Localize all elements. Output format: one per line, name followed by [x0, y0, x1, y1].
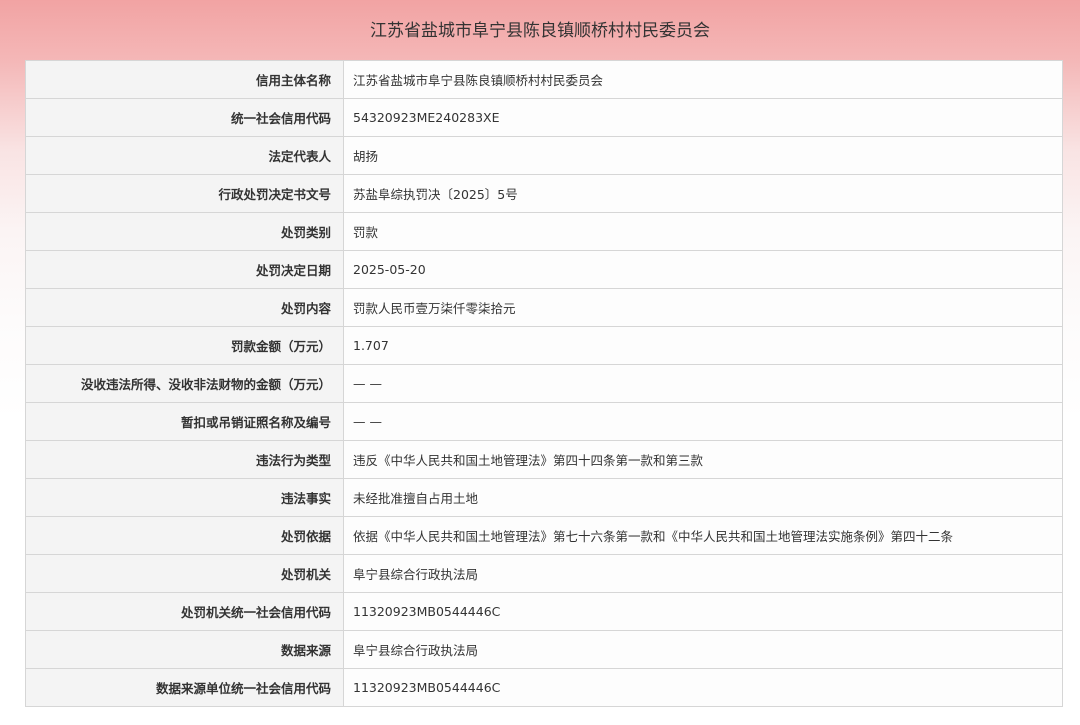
table-row: 数据来源 阜宁县综合行政执法局: [25, 630, 1063, 669]
row-label: 罚款金额（万元）: [25, 326, 344, 365]
table-row: 处罚决定日期 2025-05-20: [25, 250, 1063, 289]
row-value: 阜宁县综合行政执法局: [343, 554, 1063, 593]
row-value: 罚款: [343, 212, 1063, 251]
table-row: 数据来源单位统一社会信用代码 11320923MB0544446C: [25, 668, 1063, 707]
row-value: 依据《中华人民共和国土地管理法》第七十六条第一款和《中华人民共和国土地管理法实施…: [343, 516, 1063, 555]
row-value: 11320923MB0544446C: [343, 668, 1063, 707]
row-label: 数据来源单位统一社会信用代码: [25, 668, 344, 707]
table-row: 行政处罚决定书文号 苏盐阜综执罚决〔2025〕5号: [25, 174, 1063, 213]
table-row: 罚款金额（万元） 1.707: [25, 326, 1063, 365]
row-value: 54320923ME240283XE: [343, 98, 1063, 137]
row-label: 行政处罚决定书文号: [25, 174, 344, 213]
row-value: — —: [343, 364, 1063, 403]
table-row: 违法事实 未经批准擅自占用土地: [25, 478, 1063, 517]
row-value: 违反《中华人民共和国土地管理法》第四十四条第一款和第三款: [343, 440, 1063, 479]
table-row: 处罚类别 罚款: [25, 212, 1063, 251]
row-label: 处罚机关统一社会信用代码: [25, 592, 344, 631]
row-label: 违法事实: [25, 478, 344, 517]
row-label: 处罚类别: [25, 212, 344, 251]
row-value: 1.707: [343, 326, 1063, 365]
row-value: 11320923MB0544446C: [343, 592, 1063, 631]
row-label: 数据来源: [25, 630, 344, 669]
table-row: 处罚依据 依据《中华人民共和国土地管理法》第七十六条第一款和《中华人民共和国土地…: [25, 516, 1063, 555]
row-value: 江苏省盐城市阜宁县陈良镇顺桥村村民委员会: [343, 60, 1063, 99]
table-row: 处罚机关 阜宁县综合行政执法局: [25, 554, 1063, 593]
table-row: 统一社会信用代码 54320923ME240283XE: [25, 98, 1063, 137]
row-label: 处罚依据: [25, 516, 344, 555]
row-label: 暂扣或吊销证照名称及编号: [25, 402, 344, 441]
row-value: — —: [343, 402, 1063, 441]
row-label: 统一社会信用代码: [25, 98, 344, 137]
row-value: 苏盐阜综执罚决〔2025〕5号: [343, 174, 1063, 213]
row-value: 胡扬: [343, 136, 1063, 175]
table-row: 没收违法所得、没收非法财物的金额（万元） — —: [25, 364, 1063, 403]
row-value: 2025-05-20: [343, 250, 1063, 289]
page-title: 江苏省盐城市阜宁县陈良镇顺桥村村民委员会: [370, 21, 710, 41]
row-label: 违法行为类型: [25, 440, 344, 479]
row-label: 处罚内容: [25, 288, 344, 327]
table-row: 处罚机关统一社会信用代码 11320923MB0544446C: [25, 592, 1063, 631]
row-label: 法定代表人: [25, 136, 344, 175]
row-value: 未经批准擅自占用土地: [343, 478, 1063, 517]
table-row: 暂扣或吊销证照名称及编号 — —: [25, 402, 1063, 441]
credit-info-table: 信用主体名称 江苏省盐城市阜宁县陈良镇顺桥村村民委员会 统一社会信用代码 543…: [25, 60, 1063, 707]
table-row: 处罚内容 罚款人民币壹万柒仟零柒拾元: [25, 288, 1063, 327]
row-label: 没收违法所得、没收非法财物的金额（万元）: [25, 364, 344, 403]
table-row: 违法行为类型 违反《中华人民共和国土地管理法》第四十四条第一款和第三款: [25, 440, 1063, 479]
row-label: 信用主体名称: [25, 60, 344, 99]
row-label: 处罚决定日期: [25, 250, 344, 289]
row-label: 处罚机关: [25, 554, 344, 593]
row-value: 阜宁县综合行政执法局: [343, 630, 1063, 669]
table-row: 法定代表人 胡扬: [25, 136, 1063, 175]
table-row: 信用主体名称 江苏省盐城市阜宁县陈良镇顺桥村村民委员会: [25, 60, 1063, 99]
row-value: 罚款人民币壹万柒仟零柒拾元: [343, 288, 1063, 327]
